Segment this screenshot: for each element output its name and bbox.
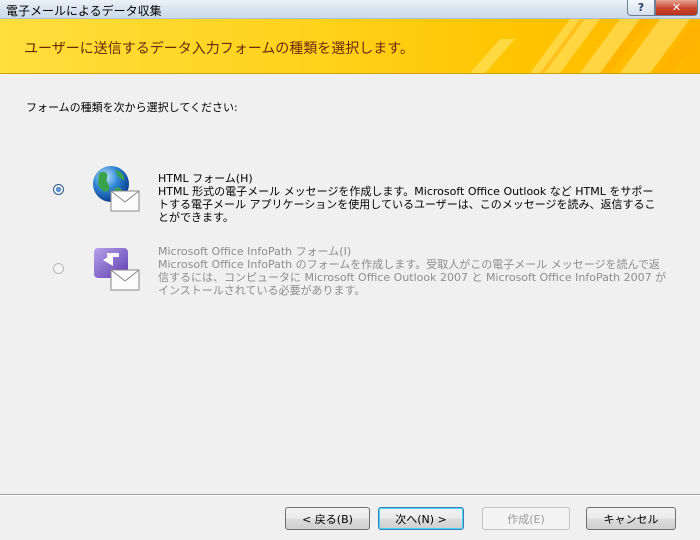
infopath-form-description: Microsoft Office InfoPath のフォームを作成します。受取… (158, 258, 667, 297)
infopath-form-radio[interactable] (53, 263, 64, 274)
header-banner: ユーザーに送信するデータ入力フォームの種類を選択します。 (0, 19, 700, 74)
cancel-button[interactable]: キャンセル (586, 507, 676, 530)
next-button[interactable]: 次へ(N) > (378, 507, 464, 530)
help-button[interactable]: ? (627, 0, 655, 16)
html-form-title[interactable]: HTML フォーム(H) (158, 170, 253, 186)
infopath-envelope-icon (94, 248, 140, 291)
page-heading: ユーザーに送信するデータ入力フォームの種類を選択します。 (24, 41, 414, 57)
title-bar: 電子メールによるデータ収集 ? ✕ (0, 0, 700, 19)
html-form-description: HTML 形式の電子メール メッセージを作成します。Microsoft Offi… (158, 185, 656, 224)
back-button[interactable]: < 戻る(B) (285, 507, 370, 530)
globe-envelope-icon (93, 166, 140, 212)
footer-divider (0, 494, 700, 496)
create-button[interactable]: 作成(E) (482, 507, 570, 530)
infopath-form-title[interactable]: Microsoft Office InfoPath フォーム(I) (158, 243, 351, 259)
window-title: 電子メールによるデータ収集 (6, 4, 162, 18)
close-button[interactable]: ✕ (655, 0, 698, 16)
instruction-text: フォームの種類を次から選択してください: (26, 101, 238, 114)
html-form-radio[interactable] (53, 184, 64, 195)
